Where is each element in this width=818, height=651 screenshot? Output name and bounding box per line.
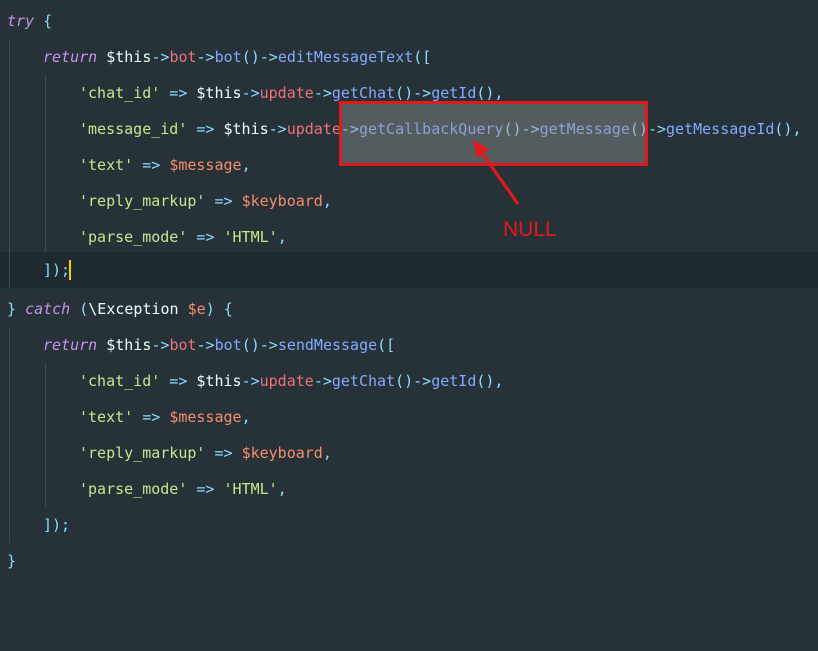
code-editor[interactable]: try { return $this->bot->bot()->editMess… bbox=[0, 0, 818, 588]
annotation-label: NULL bbox=[503, 218, 557, 241]
annotation-arrow-icon bbox=[473, 140, 520, 205]
